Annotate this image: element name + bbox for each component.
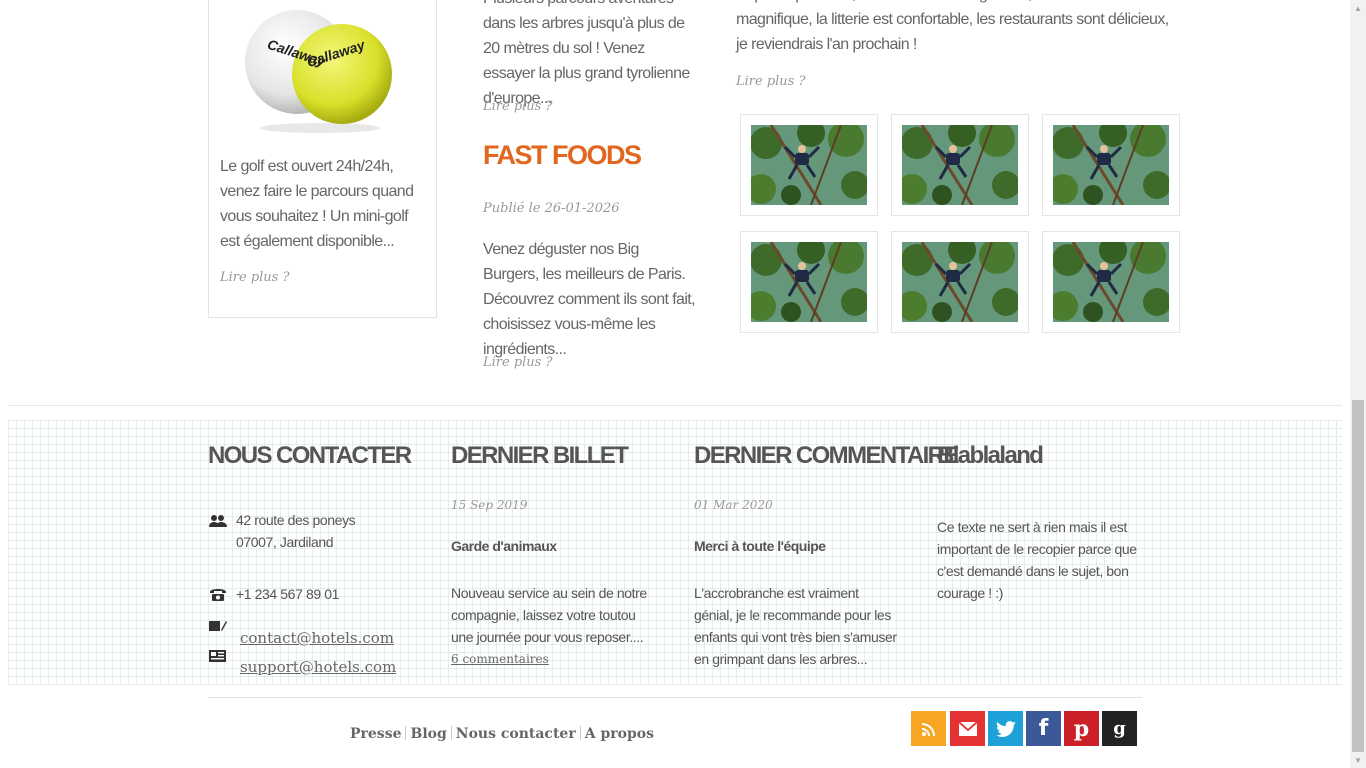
golf-card: Callaway Callaway Le golf est ouvert 24h… [208, 0, 437, 318]
address-line-2: 07007, Jardiland [236, 534, 334, 550]
last-post-text: Nouveau service au sein de notre compagn… [451, 585, 647, 645]
scroll-up-arrow-icon[interactable]: ▲ [1350, 0, 1366, 16]
pinterest-button[interactable]: p [1064, 711, 1099, 746]
nav-blog-link[interactable]: Blog [410, 726, 446, 742]
last-comment-text: L'accrobranche est vraiment génial, je l… [694, 585, 897, 667]
envelope-icon [958, 721, 977, 736]
contact-heading: NOUS CONTACTER [208, 442, 412, 469]
fastfoods-text: Venez déguster nos Big Burgers, les meil… [483, 241, 696, 358]
golf-balls-image: Callaway Callaway [245, 10, 392, 133]
treetop-photo [1053, 125, 1169, 205]
gallery-thumbnail[interactable] [740, 114, 878, 216]
golf-description: Le golf est ouvert 24h/24h, venez faire … [220, 158, 414, 250]
treetop-photo [902, 242, 1018, 322]
news-icon [209, 649, 227, 666]
people-icon [209, 514, 227, 531]
treetop-photo [1053, 242, 1169, 322]
last-comment-date: 01 Mar 2020 [694, 498, 773, 512]
google-button[interactable]: g [1102, 711, 1137, 746]
fastfoods-read-more-link[interactable]: Lire plus ? [483, 355, 552, 370]
content-area: Callaway Callaway Le golf est ouvert 24h… [0, 0, 1350, 405]
address-line-1: 42 route des poneys [236, 512, 356, 528]
phone-number[interactable]: +1 234 567 89 01 [236, 583, 339, 605]
gallery-thumbnail[interactable] [1042, 231, 1180, 333]
last-comment-title[interactable]: Merci à toute l'équipe [694, 538, 826, 554]
footer-divider [208, 697, 1142, 698]
email-button[interactable] [950, 711, 985, 746]
about-text: Ce texte ne sert à rien mais il est impo… [937, 519, 1137, 601]
fastfoods-title[interactable]: FAST FOODS [483, 140, 642, 171]
google-icon: g [1113, 718, 1126, 739]
scrollbar-thumb[interactable] [1352, 400, 1364, 752]
treetop-photo [751, 125, 867, 205]
nav-about-link[interactable]: A propos [585, 726, 654, 742]
treetop-photo [902, 125, 1018, 205]
support-email-link[interactable]: support@hotels.com [240, 658, 396, 676]
pinterest-icon: p [1073, 715, 1090, 742]
facebook-icon: f [1038, 716, 1049, 741]
trees-article-text: Plusieurs parcours aventures dans les ar… [483, 0, 690, 107]
last-comment-heading: DERNIER COMMENTAIRE [694, 442, 959, 469]
last-post-heading: DERNIER BILLET [451, 442, 629, 469]
review-text: Super expérience, le sauna est très agré… [736, 0, 1169, 53]
last-post-date: 15 Sep 2019 [451, 498, 528, 512]
golf-read-more-link[interactable]: Lire plus ? [220, 270, 289, 285]
fastfoods-date: Publié le 26-01-2026 [483, 201, 620, 216]
twitter-button[interactable] [988, 711, 1023, 746]
about-heading: Blablaland [937, 442, 1044, 469]
rss-icon [921, 722, 935, 736]
address: 42 route des poneys 07007, Jardiland [236, 509, 416, 553]
facebook-button[interactable]: f [1026, 711, 1061, 746]
rss-button[interactable] [911, 711, 946, 746]
phone-icon [209, 588, 227, 605]
treetop-photo [751, 242, 867, 322]
gallery-thumbnail[interactable] [891, 231, 1029, 333]
gallery-thumbnail[interactable] [740, 231, 878, 333]
gallery-thumbnail[interactable] [891, 114, 1029, 216]
contact-email-link[interactable]: contact@hotels.com [240, 629, 394, 647]
divider [8, 405, 1342, 406]
nav-presse-link[interactable]: Presse [350, 726, 401, 742]
last-post-comments-link[interactable]: 6 commentaires [451, 652, 549, 666]
page-scrollbar[interactable]: ▲ ▼ [1350, 0, 1366, 768]
last-post-title[interactable]: Garde d'animaux [451, 538, 557, 554]
gallery-thumbnail[interactable] [1042, 114, 1180, 216]
edit-icon [209, 619, 227, 636]
trees-read-more-link[interactable]: Lire plus ? [483, 99, 552, 114]
twitter-icon [995, 720, 1016, 737]
review-read-more-link[interactable]: Lire plus ? [736, 74, 805, 89]
bottom-nav: Presse Blog Nous contacter A propos [350, 726, 654, 742]
footer: NOUS CONTACTER 42 route des poneys 07007… [8, 420, 1342, 685]
nav-contact-link[interactable]: Nous contacter [456, 726, 576, 742]
scroll-down-arrow-icon[interactable]: ▼ [1350, 752, 1366, 768]
